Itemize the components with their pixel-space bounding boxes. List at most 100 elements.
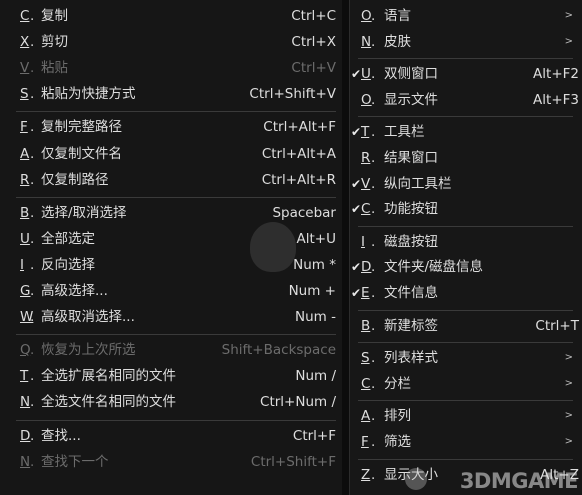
menu-item-mnemonic: R <box>20 171 30 188</box>
menu-item-mnemonic: V <box>20 60 30 77</box>
menu-separator <box>358 458 573 460</box>
menu-item-label: 复制 <box>41 8 68 24</box>
menu-item[interactable]: N. 全选文件名相同的文件 Ctrl+Num / <box>0 390 342 414</box>
menu-item-mnemonic-dot: . <box>371 66 376 83</box>
watermark-mascot-icon <box>250 222 296 272</box>
menu-item-mnemonic-dot: . <box>30 60 35 77</box>
menu-item-shortcut: Ctrl+Shift+F <box>250 453 336 470</box>
chevron-right-icon: > <box>564 10 573 21</box>
menu-item[interactable]: N. 皮肤 > <box>350 30 582 54</box>
menu-item-label: 粘贴 <box>41 60 68 77</box>
menu-item[interactable]: A. 排列 > <box>350 404 582 428</box>
menu-item[interactable]: ✔ E. 文件信息 <box>350 281 582 305</box>
menu-item-label: 列表样式 <box>384 350 438 367</box>
menu-item-mnemonic: C <box>361 201 371 218</box>
menu-item[interactable]: T. 全选扩展名相同的文件 Num / <box>0 364 342 388</box>
chevron-right-icon: > <box>564 377 573 389</box>
menu-item[interactable]: F. 筛选 > <box>350 430 582 454</box>
menu-item[interactable]: I. 磁盘按钮 <box>350 230 582 254</box>
menu-separator <box>16 419 336 421</box>
menu-item-shortcut: Num - <box>295 309 336 326</box>
menu-item[interactable]: V. 粘贴 Ctrl+V <box>0 56 342 80</box>
menu-item[interactable]: ✔ U. 双侧窗口 Alt+F2 <box>350 62 582 86</box>
menu-item-mnemonic-dot: . <box>30 145 35 162</box>
menu-item[interactable]: R. 结果窗口 <box>350 146 582 170</box>
menu-item-label: 筛选 <box>384 434 411 450</box>
menu-separator <box>358 58 573 60</box>
menu-item-label: 全选扩展名相同的文件 <box>41 368 176 385</box>
menu-item-mnemonic-dot: . <box>30 256 35 273</box>
menu-item-label: 功能按钮 <box>384 201 438 218</box>
menu-item-label: 高级取消选择... <box>41 309 135 326</box>
menu-item-label: 仅复制路径 <box>41 171 109 188</box>
menu-item-label: 显示文件 <box>384 91 438 108</box>
menu-separator <box>16 334 336 336</box>
chevron-right-icon: > <box>564 410 573 422</box>
menu-item-mnemonic-dot: . <box>371 233 376 250</box>
menu-item-mnemonic-dot: . <box>30 171 35 188</box>
menu-item-mnemonic-dot: . <box>30 453 35 470</box>
menu-item-mnemonic-dot: . <box>371 434 376 450</box>
menu-item-mnemonic: S <box>20 86 29 103</box>
menu-item-mnemonic: T <box>361 124 370 141</box>
menu-item[interactable]: A. 仅复制文件名 Ctrl+Alt+A <box>0 142 342 166</box>
menu-item[interactable]: D. 查找... Ctrl+F <box>0 424 342 448</box>
menu-item-label: 文件信息 <box>384 285 438 301</box>
menu-item-mnemonic: B <box>20 204 30 221</box>
menu-item[interactable]: R. 仅复制路径 Ctrl+Alt+R <box>0 168 342 192</box>
menu-item-mnemonic-dot: . <box>30 86 35 103</box>
menu-item-shortcut: Spacebar <box>272 204 336 221</box>
menu-item[interactable]: S. 粘贴为快捷方式 Ctrl+Shift+V <box>0 82 342 106</box>
menu-item[interactable]: O. 显示文件 Alt+F3 <box>350 88 582 112</box>
chevron-right-icon: > <box>564 436 573 447</box>
menu-item[interactable]: ✔ V. 纵向工具栏 <box>350 172 582 196</box>
menu-item-mnemonic: C <box>20 8 30 24</box>
menu-item-mnemonic: B <box>361 317 371 334</box>
menu-item[interactable]: G. 高级选择... Num + <box>0 279 342 303</box>
menu-item[interactable]: X. 剪切 Ctrl+X <box>0 30 342 54</box>
menu-item-mnemonic-dot: . <box>30 283 35 299</box>
menu-item-mnemonic-dot: . <box>30 230 35 247</box>
menu-item[interactable]: Q. 恢复为上次所选 Shift+Backspace <box>0 338 342 362</box>
menu-item-shortcut: Alt+F2 <box>533 66 579 83</box>
menu-item-shortcut: Ctrl+X <box>291 34 336 51</box>
view-context-menu: O. 语言 > N. 皮肤 > ✔ U. 双侧窗口 Alt+F2 O. 显示文件 Alt+F3 ✔ T. 工具… <box>349 0 582 495</box>
menu-item-mnemonic: R <box>361 150 371 166</box>
menu-item-label: 全部选定 <box>41 230 95 247</box>
menu-item-shortcut: Num * <box>293 256 336 273</box>
menu-item[interactable]: ✔ D. 文件夹/磁盘信息 <box>350 255 582 279</box>
menu-item[interactable]: C. 复制 Ctrl+C <box>0 4 342 28</box>
menu-item[interactable]: O. 语言 > <box>350 4 582 28</box>
menu-gap <box>342 0 349 495</box>
menu-item[interactable]: B. 新建标签 Ctrl+T <box>350 314 582 338</box>
menu-item[interactable]: ✔ C. 功能按钮 <box>350 197 582 221</box>
menu-item-shortcut: Ctrl+Alt+F <box>263 119 336 136</box>
menu-item-mnemonic: A <box>361 408 371 425</box>
menu-item-label: 排列 <box>384 408 411 425</box>
menu-item-mnemonic: V <box>361 175 371 192</box>
menu-item-label: 文件夹/磁盘信息 <box>384 259 484 276</box>
menu-item-mnemonic-dot: . <box>371 124 376 141</box>
menu-item-shortcut: Shift+Backspace <box>221 342 336 359</box>
menu-item-label: 粘贴为快捷方式 <box>41 86 136 103</box>
menu-separator <box>358 309 573 311</box>
menu-item[interactable]: F. 复制完整路径 Ctrl+Alt+F <box>0 115 342 139</box>
menu-item[interactable]: ✔ T. 工具栏 <box>350 120 582 144</box>
menu-item[interactable]: S. 列表样式 > <box>350 346 582 370</box>
menu-item[interactable]: N. 查找下一个 Ctrl+Shift+F <box>0 450 342 474</box>
menu-item[interactable]: B. 选择/取消选择 Spacebar <box>0 201 342 225</box>
menu-item-label: 全选文件名相同的文件 <box>41 394 176 411</box>
menu-separator <box>358 225 573 227</box>
menu-item-label: 磁盘按钮 <box>384 233 438 250</box>
menu-separator <box>358 116 573 118</box>
menu-item-mnemonic: X <box>20 34 30 51</box>
menu-item[interactable]: W. 高级取消选择... Num - <box>0 305 342 329</box>
menu-item-shortcut: Ctrl+Shift+V <box>249 86 336 103</box>
menu-item-mnemonic-dot: . <box>30 119 35 136</box>
menu-item-mnemonic-dot: . <box>371 175 376 192</box>
menu-item-mnemonic-dot: . <box>371 91 376 108</box>
menu-item-label: 查找... <box>41 427 81 444</box>
menu-item[interactable]: C. 分栏 > <box>350 372 582 396</box>
menu-item-label: 语言 <box>384 8 411 24</box>
menu-item-label: 复制完整路径 <box>41 119 122 136</box>
